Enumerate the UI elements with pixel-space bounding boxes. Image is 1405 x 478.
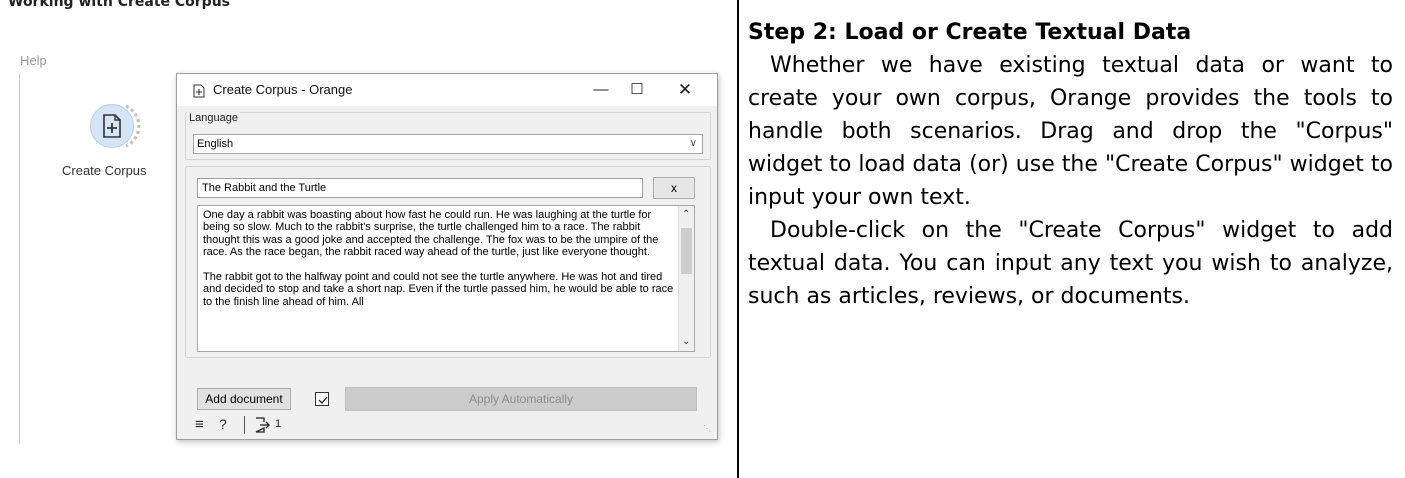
close-icon[interactable]: ✕ — [665, 78, 705, 102]
cut-off-heading: Working with Create Corpus — [8, 0, 231, 10]
text-scrollbar[interactable]: ⌃ ⌄ — [678, 206, 694, 351]
document-plus-icon — [193, 84, 205, 98]
window-title: Create Corpus - Orange — [213, 82, 353, 97]
chevron-down-icon: ∨ — [689, 138, 697, 149]
document-text: One day a rabbit was boasting about how … — [203, 209, 674, 308]
document-text-area[interactable]: One day a rabbit was boasting about how … — [197, 205, 695, 352]
instruction-text: Step 2: Load or Create Textual Data Whet… — [748, 17, 1393, 313]
language-value: English — [197, 138, 234, 150]
paragraph-1: Whether we have existing textual data or… — [748, 53, 1393, 210]
language-select[interactable]: English ∨ — [193, 134, 703, 154]
canvas-border — [19, 74, 20, 444]
column-divider — [737, 0, 739, 478]
language-label: Language — [187, 112, 240, 124]
checkbox-checked-icon[interactable] — [315, 392, 329, 406]
document-title-input[interactable]: The Rabbit and the Turtle — [197, 178, 643, 198]
title-bar: Create Corpus - Orange — ☐ ✕ — [177, 74, 717, 106]
paragraph-2: Double-click on the "Create Corpus" widg… — [748, 218, 1393, 309]
output-count: 1 — [275, 418, 282, 430]
widget-output-arc — [125, 104, 141, 148]
resize-grip-icon[interactable]: ⋱ — [703, 424, 711, 433]
help-menu[interactable]: Help — [20, 53, 47, 68]
output-icon[interactable] — [253, 416, 271, 434]
scroll-up-icon[interactable]: ⌃ — [682, 209, 690, 220]
step-heading: Step 2: Load or Create Textual Data — [748, 20, 1192, 45]
apply-automatically-button[interactable]: Apply Automatically — [345, 387, 697, 411]
scroll-down-icon[interactable]: ⌄ — [682, 336, 690, 347]
remove-document-button[interactable]: x — [653, 177, 695, 199]
hamburger-menu-icon[interactable]: ≡ — [195, 416, 204, 433]
scroll-thumb[interactable] — [681, 228, 692, 274]
add-document-button[interactable]: Add document — [197, 388, 291, 410]
widget-label: Create Corpus — [62, 163, 147, 178]
status-separator — [244, 416, 245, 434]
minimize-icon[interactable]: — — [581, 78, 621, 102]
create-corpus-icon[interactable] — [90, 104, 142, 156]
document-plus-icon — [103, 114, 121, 138]
help-icon[interactable]: ? — [219, 416, 227, 432]
maximize-icon[interactable]: ☐ — [617, 78, 657, 102]
create-corpus-dialog: Create Corpus - Orange — ☐ ✕ Language En… — [176, 73, 718, 440]
orange-canvas-screenshot: Working with Create Corpus Help Create C… — [0, 0, 738, 478]
